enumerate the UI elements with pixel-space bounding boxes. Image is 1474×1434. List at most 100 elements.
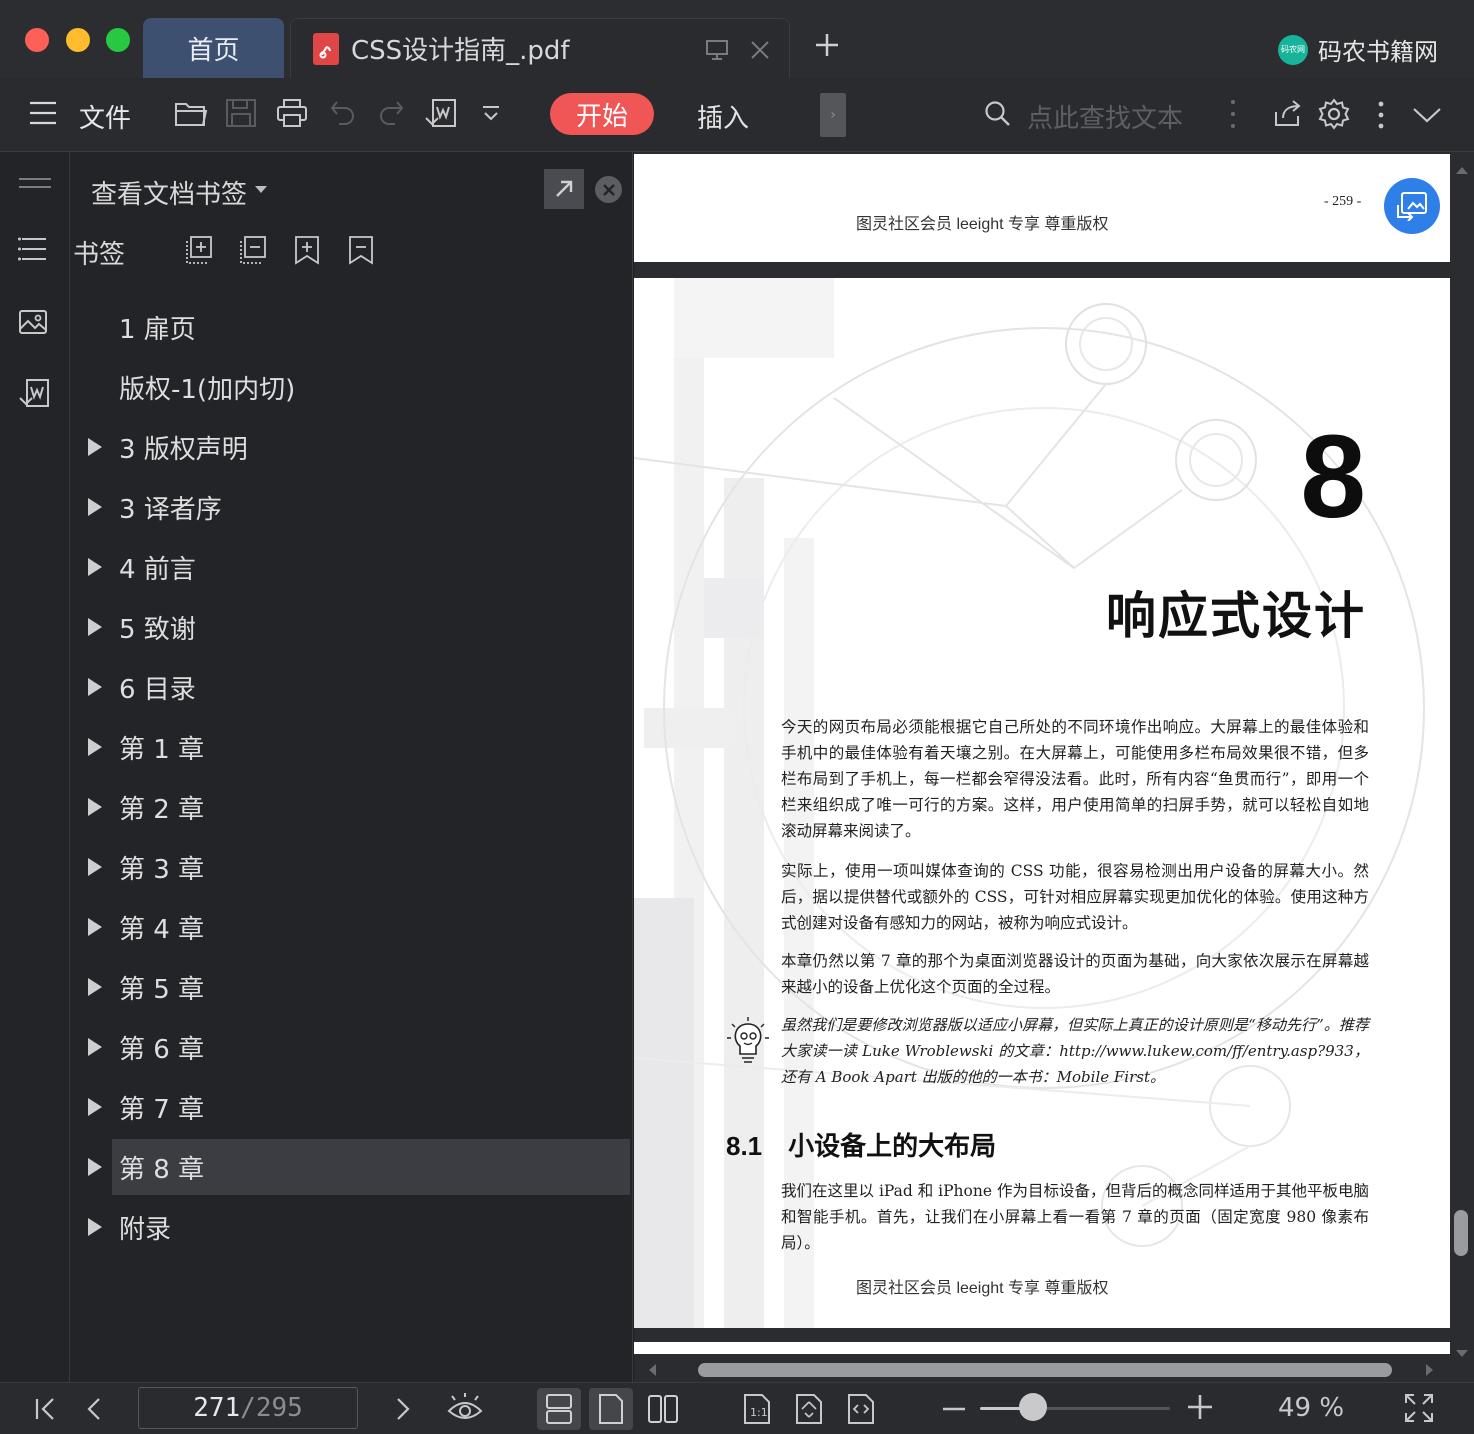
bookmark-item-label: 5 致谢 xyxy=(119,614,196,645)
lightbulb-note-icon xyxy=(726,1016,770,1064)
tab-insert-button[interactable]: 插入 xyxy=(697,98,749,135)
zoom-out-minus-icon[interactable] xyxy=(942,1399,966,1419)
brand[interactable]: 码农网 码农书籍网 xyxy=(1278,32,1438,67)
expand-arrow-icon[interactable] xyxy=(88,618,102,636)
caret-down-icon[interactable] xyxy=(255,186,267,193)
fit-width-icon[interactable] xyxy=(846,1393,876,1425)
new-tab-plus-icon[interactable] xyxy=(812,30,842,60)
expand-arrow-icon[interactable] xyxy=(88,438,102,456)
expand-arrow-icon[interactable] xyxy=(88,978,102,996)
remove-bookmark-icon[interactable] xyxy=(347,235,375,265)
actual-size-icon[interactable]: 1:1 xyxy=(742,1393,772,1425)
vertical-scrollbar[interactable] xyxy=(1450,152,1474,1382)
document-viewer[interactable]: 图灵社区会员 leeight 专享 尊重版权 - 259 - 8 响应式设计 今… xyxy=(634,152,1474,1382)
add-bookmark-icon[interactable] xyxy=(293,235,321,265)
window-close-button[interactable] xyxy=(25,28,49,52)
bookmark-item-label: 第 1 章 xyxy=(119,734,205,765)
bookmark-item[interactable]: 第 4 章 xyxy=(88,899,630,955)
expand-arrow-icon[interactable] xyxy=(88,498,102,516)
chapter-title: 响应式设计 xyxy=(1106,587,1366,645)
tab-start-button[interactable]: 开始 xyxy=(550,93,654,135)
print-icon[interactable] xyxy=(276,98,308,128)
page-number-input[interactable]: 271/295 xyxy=(138,1387,358,1429)
tab-document[interactable]: CSS设计指南_.pdf xyxy=(290,18,790,78)
expand-arrow-icon[interactable] xyxy=(88,1158,102,1176)
rail-collapse-icon[interactable] xyxy=(18,176,52,190)
body-paragraph: 我们在这里以 iPad 和 iPhone 作为目标设备，但背后的概念同样适用于其… xyxy=(781,1182,1369,1252)
share-icon[interactable] xyxy=(1273,98,1303,128)
bookmark-item[interactable]: 4 前言 xyxy=(88,539,630,595)
expand-arrow-icon[interactable] xyxy=(88,1038,102,1056)
fit-page-icon[interactable] xyxy=(794,1393,824,1425)
screen-share-icon[interactable] xyxy=(705,39,729,61)
floating-convert-button[interactable] xyxy=(1384,178,1440,234)
bookmark-item[interactable]: 附录 xyxy=(88,1199,630,1255)
bookmark-item[interactable]: 1 扉页 xyxy=(112,299,630,355)
expand-all-icon[interactable] xyxy=(185,235,213,265)
bookmark-item[interactable]: 第 5 章 xyxy=(88,959,630,1015)
expand-arrow-icon[interactable] xyxy=(88,738,102,756)
zoom-level[interactable]: 49 % xyxy=(1278,1393,1344,1423)
search-input[interactable]: 点此查找文本 xyxy=(1027,98,1183,135)
file-menu[interactable]: 文件 xyxy=(79,98,131,135)
expand-arrow-icon[interactable] xyxy=(88,678,102,696)
bookmark-item-label: 附录 xyxy=(119,1214,172,1245)
zoom-slider[interactable] xyxy=(980,1407,1170,1410)
more-options-icon[interactable] xyxy=(1377,100,1385,130)
panel-close-button[interactable] xyxy=(595,176,622,203)
zoom-in-plus-icon[interactable] xyxy=(1187,1393,1213,1421)
tab-home[interactable]: 首页 xyxy=(143,18,284,78)
bookmark-item[interactable]: 3 译者序 xyxy=(88,479,630,535)
bookmark-item[interactable]: 第 3 章 xyxy=(88,839,630,895)
previous-page-icon[interactable] xyxy=(86,1397,102,1421)
bookmark-item[interactable]: 3 版权声明 xyxy=(88,419,630,475)
bookmark-item[interactable]: 第 7 章 xyxy=(88,1079,630,1135)
bookmark-list-icon[interactable] xyxy=(18,236,48,262)
bookmark-item[interactable]: 第 1 章 xyxy=(88,719,630,775)
bookmark-item[interactable]: 5 致谢 xyxy=(88,599,630,655)
panel-title-dropdown[interactable]: 查看文档书签 xyxy=(91,174,247,211)
panel-popout-button[interactable] xyxy=(544,169,584,209)
expand-arrow-icon[interactable] xyxy=(88,798,102,816)
bookmark-item[interactable]: 第 8 章 xyxy=(88,1139,630,1195)
continuous-scroll-view-button[interactable] xyxy=(537,1388,581,1430)
search-icon[interactable] xyxy=(984,100,1012,128)
horizontal-scroll-thumb[interactable] xyxy=(698,1363,1392,1377)
bookmark-item-label: 第 2 章 xyxy=(119,794,205,825)
window-maximize-button[interactable] xyxy=(106,28,130,52)
bookmark-item[interactable]: 第 6 章 xyxy=(88,1019,630,1075)
expand-arrow-icon[interactable] xyxy=(88,918,102,936)
collapse-toolbar-chevron-icon[interactable] xyxy=(1412,106,1442,124)
expand-arrow-icon[interactable] xyxy=(88,558,102,576)
two-page-view-button[interactable] xyxy=(641,1388,685,1430)
bookmark-item[interactable]: 第 2 章 xyxy=(88,779,630,835)
save-icon xyxy=(225,98,257,128)
window-minimize-button[interactable] xyxy=(66,28,90,52)
zoom-slider-knob[interactable] xyxy=(1019,1393,1048,1421)
pdf-convert-icon[interactable] xyxy=(18,378,50,410)
search-options-icon[interactable] xyxy=(1229,98,1237,130)
vertical-scroll-thumb[interactable] xyxy=(1454,1210,1468,1256)
tab-close-icon[interactable] xyxy=(749,39,771,61)
more-tools-dropdown-icon[interactable] xyxy=(480,104,502,124)
hamburger-menu-icon[interactable] xyxy=(28,100,58,126)
bookmark-item[interactable]: 版权-1(加内切) xyxy=(112,359,630,415)
expand-arrow-icon[interactable] xyxy=(88,858,102,876)
single-page-view-button[interactable] xyxy=(589,1388,633,1430)
collapse-all-icon[interactable] xyxy=(239,235,267,265)
next-page-icon[interactable] xyxy=(395,1397,411,1421)
horizontal-scrollbar[interactable] xyxy=(634,1354,1450,1382)
thumbnails-image-icon[interactable] xyxy=(18,308,48,336)
pdf-to-word-icon[interactable] xyxy=(424,98,458,130)
bookmark-item[interactable]: 6 目录 xyxy=(88,659,630,715)
page-watermark-footer: 图灵社区会员 leeight 专享 尊重版权 xyxy=(856,1280,1109,1297)
expand-arrow-icon[interactable] xyxy=(88,1098,102,1116)
settings-gear-icon[interactable] xyxy=(1318,98,1350,130)
open-folder-icon[interactable] xyxy=(174,98,208,128)
title-bar: 首页 CSS设计指南_.pdf 码农网 码农书籍网 xyxy=(0,0,1474,78)
first-page-icon[interactable] xyxy=(34,1397,56,1421)
expand-arrow-icon[interactable] xyxy=(88,1218,102,1236)
toolbar-scroll-right-button[interactable]: › xyxy=(820,93,846,137)
reading-mode-eye-icon[interactable] xyxy=(447,1393,483,1423)
fullscreen-icon[interactable] xyxy=(1404,1393,1434,1423)
